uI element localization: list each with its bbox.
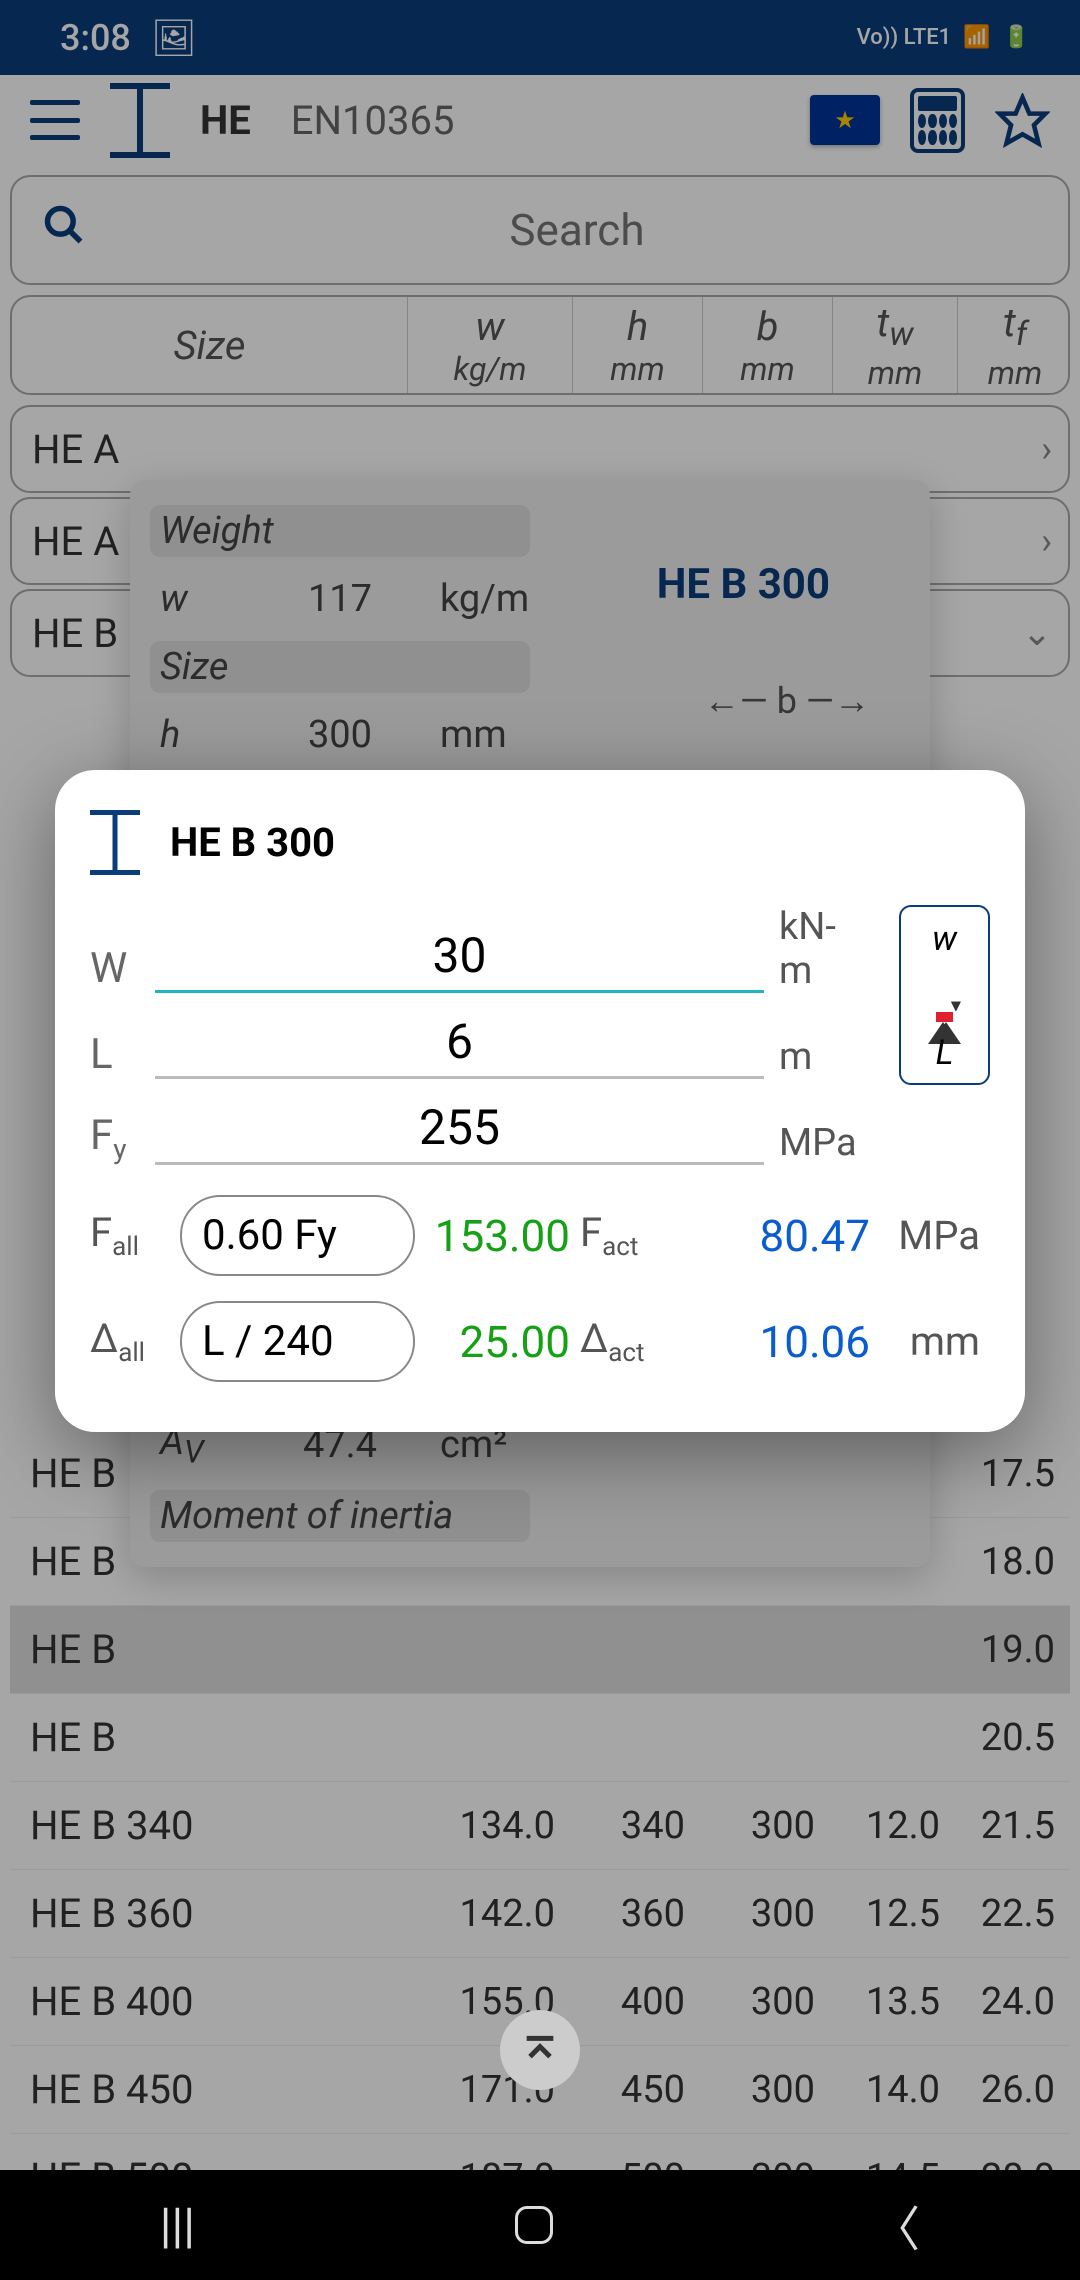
recent-apps-button[interactable]: ||​| xyxy=(160,2197,195,2254)
stress-result-row: Fall 0.60 Fy 153.00 Fact 80.47 MPa xyxy=(90,1195,990,1276)
modal-title: HE B 300 xyxy=(170,819,335,866)
dall-selector[interactable]: L / 240 xyxy=(180,1301,415,1382)
back-button[interactable]: 〈 xyxy=(872,2190,920,2260)
fall-allowed: 153.00 xyxy=(425,1210,570,1262)
l-input[interactable] xyxy=(155,1013,764,1079)
scroll-top-button[interactable] xyxy=(500,2010,580,2090)
profile-icon xyxy=(90,810,140,875)
home-button[interactable] xyxy=(515,2206,553,2244)
calculation-modal: HE B 300 W kN-m L m Fy MPa w xyxy=(55,770,1025,1432)
android-nav-bar: ||​| 〈 xyxy=(0,2170,1080,2280)
fy-input[interactable] xyxy=(155,1099,764,1165)
fact-value: 80.47 xyxy=(690,1210,870,1262)
dact-value: 10.06 xyxy=(690,1316,870,1368)
fall-selector[interactable]: 0.60 Fy xyxy=(180,1195,415,1276)
dall-allowed: 25.00 xyxy=(425,1316,570,1368)
beam-load-diagram: w L xyxy=(899,905,990,1085)
deflection-result-row: Δall L / 240 25.00 Δact 10.06 mm xyxy=(90,1301,990,1382)
w-input[interactable] xyxy=(155,927,764,993)
